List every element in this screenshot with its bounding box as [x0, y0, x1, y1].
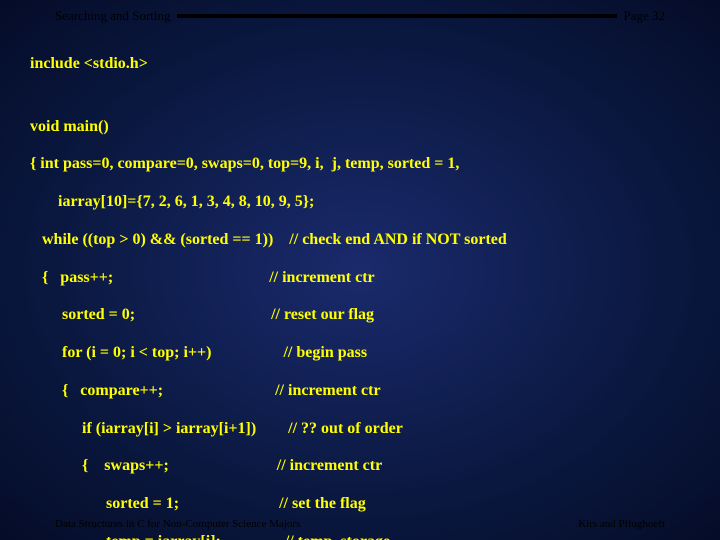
- code-line: { pass++; // increment ctr: [30, 269, 700, 288]
- code-line: include <stdio.h>: [30, 55, 700, 74]
- code-line: sorted = 0; // reset our flag: [30, 306, 700, 325]
- code-line: { compare++; // increment ctr: [30, 382, 700, 401]
- code-line: temp = iarray[i]; // temp. storage: [30, 533, 700, 540]
- spacer: [30, 93, 700, 99]
- slide-header: Searching and Sorting Page 32: [55, 8, 665, 24]
- code-line: sorted = 1; // set the flag: [30, 495, 700, 514]
- code-line: if (iarray[i] > iarray[i+1]) // ?? out o…: [30, 420, 700, 439]
- code-line: iarray[10]={7, 2, 6, 1, 3, 4, 8, 10, 9, …: [30, 193, 700, 212]
- header-title: Searching and Sorting: [55, 8, 177, 24]
- code-line: void main(): [30, 118, 700, 137]
- code-line: while ((top > 0) && (sorted == 1)) // ch…: [30, 231, 700, 250]
- header-rule: [177, 14, 618, 18]
- code-line: { int pass=0, compare=0, swaps=0, top=9,…: [30, 155, 700, 174]
- code-line: { swaps++; // increment ctr: [30, 457, 700, 476]
- header-page: Page 32: [617, 8, 665, 24]
- code-line: for (i = 0; i < top; i++) // begin pass: [30, 344, 700, 363]
- footer-right: Kirs and Pflughoeft: [578, 518, 665, 530]
- footer-left: Data Structures in C for Non-Computer Sc…: [55, 518, 300, 530]
- code-block: include <stdio.h> void main() { int pass…: [30, 36, 700, 540]
- slide-footer: Data Structures in C for Non-Computer Sc…: [55, 518, 665, 530]
